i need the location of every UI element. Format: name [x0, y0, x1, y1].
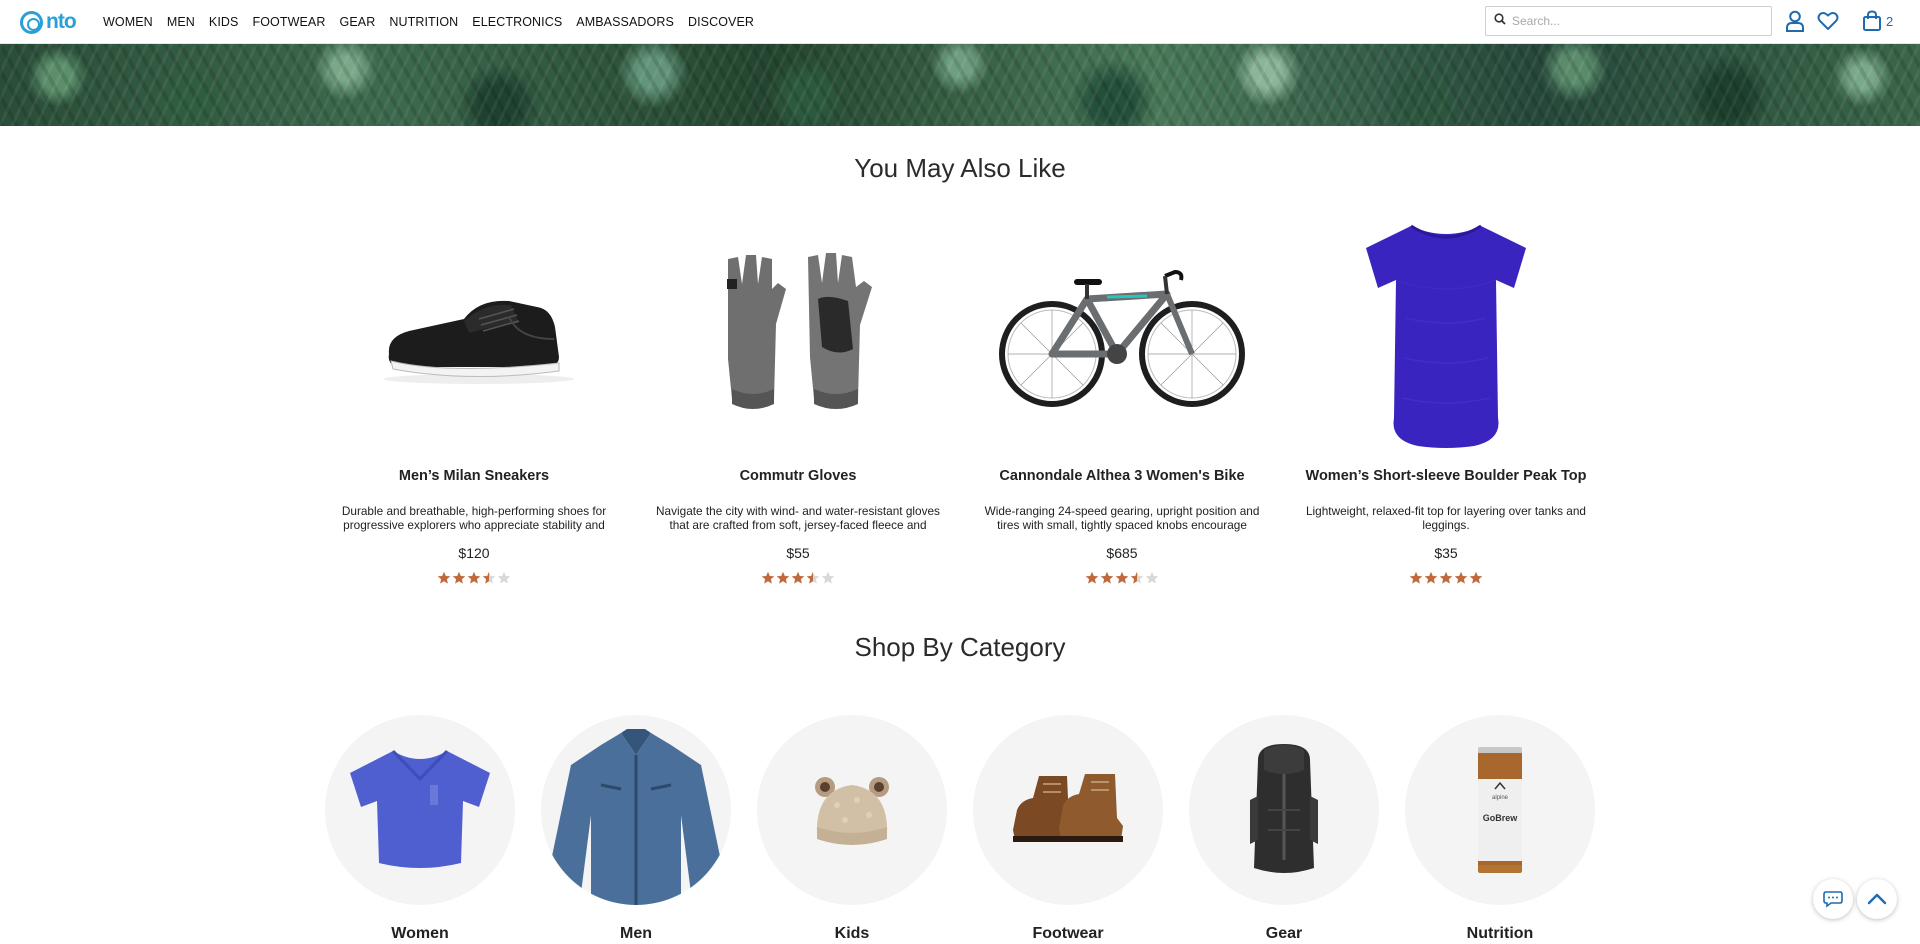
star-rating	[648, 571, 948, 590]
star-icon	[1145, 571, 1159, 590]
back-to-top-button[interactable]	[1857, 879, 1897, 919]
nav-item-women[interactable]: WOMEN	[103, 15, 153, 29]
tshirt-image[interactable]	[1296, 214, 1596, 454]
can-label-text: GoBrew	[1483, 813, 1519, 823]
product-description: Durable and breathable, high-performing …	[341, 504, 607, 532]
product-card: Men’s Milan Sneakers Durable and breatha…	[324, 214, 624, 590]
star-icon	[1439, 571, 1453, 590]
nav-item-nutrition[interactable]: NUTRITION	[389, 15, 458, 29]
boots-image[interactable]	[973, 715, 1163, 905]
star-icon	[791, 571, 805, 590]
star-rating	[1296, 571, 1596, 590]
category-women[interactable]: Women	[325, 715, 515, 943]
search-box	[1485, 6, 1772, 36]
category-gear[interactable]: Gear	[1189, 715, 1379, 943]
star-icon	[821, 571, 835, 590]
category-label: Footwear	[1032, 925, 1104, 942]
product-card: Commutr Gloves Navigate the city with wi…	[648, 214, 948, 590]
star-icon	[1085, 571, 1099, 590]
search-input[interactable]	[1512, 14, 1752, 28]
star-icon	[467, 571, 481, 590]
product-card: Cannondale Althea 3 Women's Bike Wide-ra…	[972, 214, 1272, 590]
nav-item-electronics[interactable]: ELECTRONICS	[472, 15, 562, 29]
product-name[interactable]: Cannondale Althea 3 Women's Bike	[972, 468, 1272, 484]
product-price: $120	[458, 545, 490, 561]
categories-title: Shop By Category	[854, 632, 1066, 662]
logo-mark-icon	[20, 10, 43, 34]
can-brand-text: alpine	[1492, 795, 1509, 801]
kids-hat-image[interactable]	[757, 715, 947, 905]
product-name[interactable]: Women’s Short-sleeve Boulder Peak Top	[1296, 468, 1596, 484]
main-nav: WOMEN MEN KIDS FOOTWEAR GEAR NUTRITION E…	[103, 15, 768, 29]
nav-item-ambassadors[interactable]: AMBASSADORS	[576, 15, 674, 29]
bike-image[interactable]	[972, 214, 1272, 454]
star-icon	[776, 571, 790, 590]
star-rating	[972, 571, 1272, 590]
category-kids[interactable]: Kids	[757, 715, 947, 943]
search-icon[interactable]	[1494, 12, 1506, 30]
site-logo[interactable]: nto	[20, 10, 77, 34]
product-price: $35	[1434, 545, 1458, 561]
product-description: Navigate the city with wind- and water-r…	[656, 504, 940, 532]
category-label: Women	[391, 925, 449, 942]
star-icon	[1409, 571, 1423, 590]
star-icon	[1115, 571, 1129, 590]
account-icon[interactable]	[1783, 9, 1807, 33]
category-footwear[interactable]: Footwear	[973, 715, 1163, 943]
product-name[interactable]: Commutr Gloves	[648, 468, 948, 484]
sneaker-image[interactable]	[324, 214, 624, 454]
star-icon	[452, 571, 466, 590]
chat-button[interactable]	[1813, 879, 1853, 919]
site-header: nto WOMEN MEN KIDS FOOTWEAR GEAR NUTRITI…	[0, 0, 1920, 44]
logo-text: nto	[46, 10, 77, 33]
nav-item-discover[interactable]: DISCOVER	[688, 15, 754, 29]
star-rating	[324, 571, 624, 590]
category-label: Nutrition	[1466, 925, 1534, 942]
cart-bag-icon[interactable]	[1860, 9, 1884, 33]
product-price: $55	[786, 545, 810, 561]
category-nutrition[interactable]: alpine GoBrew Nutrition	[1405, 715, 1595, 943]
nav-item-kids[interactable]: KIDS	[209, 15, 239, 29]
backpack-image[interactable]	[1189, 715, 1379, 905]
star-icon	[1469, 571, 1483, 590]
star-icon	[1454, 571, 1468, 590]
star-icon	[1100, 571, 1114, 590]
product-price: $685	[1106, 545, 1138, 561]
product-description: Wide-ranging 24-speed gearing, upright p…	[984, 504, 1260, 532]
hero-forest-banner	[0, 44, 1920, 126]
gloves-image[interactable]	[648, 214, 948, 454]
chevron-up-icon	[1867, 893, 1887, 905]
mens-jacket-image[interactable]	[541, 715, 731, 905]
star-icon	[497, 571, 511, 590]
wishlist-heart-icon[interactable]	[1816, 9, 1840, 33]
star-icon	[1424, 571, 1438, 590]
chat-bubble-icon	[1823, 891, 1843, 908]
star-icon	[482, 571, 496, 590]
nav-item-footwear[interactable]: FOOTWEAR	[252, 15, 325, 29]
category-men[interactable]: Men	[541, 715, 731, 943]
star-icon	[437, 571, 451, 590]
womens-shirt-image[interactable]	[325, 715, 515, 905]
product-name[interactable]: Men’s Milan Sneakers	[324, 468, 624, 484]
category-label: Kids	[834, 925, 870, 942]
nav-item-gear[interactable]: GEAR	[340, 15, 376, 29]
star-icon	[1130, 571, 1144, 590]
product-description: Lightweight, relaxed-fit top for layerin…	[1305, 504, 1586, 532]
category-label: Gear	[1265, 925, 1303, 942]
category-label: Men	[620, 925, 652, 942]
nav-item-men[interactable]: MEN	[167, 15, 195, 29]
recommendations-title: You May Also Like	[854, 153, 1066, 183]
product-card: Women’s Short-sleeve Boulder Peak Top Li…	[1296, 214, 1596, 590]
drink-can-image[interactable]: alpine GoBrew	[1405, 715, 1595, 905]
star-icon	[761, 571, 775, 590]
cart-count-badge[interactable]: 2	[1886, 14, 1893, 29]
star-icon	[806, 571, 820, 590]
